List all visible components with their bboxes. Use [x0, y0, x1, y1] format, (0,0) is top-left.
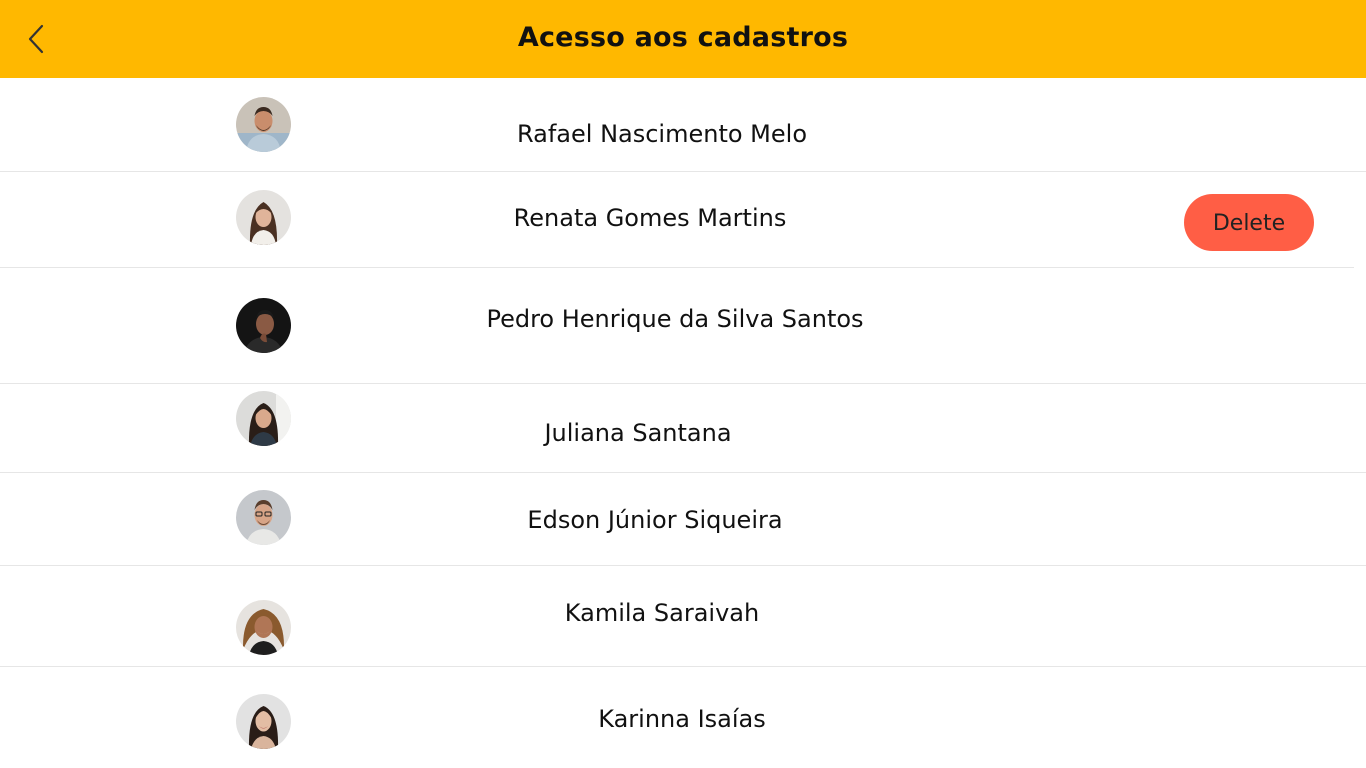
list-item[interactable]: Karinna Isaías — [0, 667, 1366, 768]
user-name: Renata Gomes Martins — [513, 204, 787, 232]
avatar — [236, 694, 291, 749]
user-name: Rafael Nascimento Melo — [516, 120, 808, 148]
page-title: Acesso aos cadastros — [517, 22, 849, 53]
list-item[interactable]: Pedro Henrique da Silva Santos — [0, 268, 1366, 384]
user-name: Edson Júnior Siqueira — [527, 506, 783, 534]
avatar — [236, 600, 291, 655]
list-item[interactable]: Renata Gomes Martins Delete — [0, 172, 1354, 268]
user-name: Pedro Henrique da Silva Santos — [486, 305, 864, 333]
avatar — [236, 190, 291, 245]
avatar — [236, 391, 291, 446]
avatar — [236, 298, 291, 353]
delete-button[interactable]: Delete — [1184, 194, 1314, 251]
list-item[interactable]: Juliana Santana — [0, 384, 1366, 473]
avatar — [236, 490, 291, 545]
app-header: Acesso aos cadastros — [0, 0, 1366, 78]
list-item[interactable]: Rafael Nascimento Melo — [0, 78, 1366, 172]
user-name: Karinna Isaías — [598, 705, 766, 733]
user-name: Juliana Santana — [544, 419, 732, 447]
user-name: Kamila Saraivah — [564, 599, 760, 627]
list-item[interactable]: Kamila Saraivah — [0, 566, 1366, 667]
list-item[interactable]: Edson Júnior Siqueira — [0, 473, 1366, 566]
avatar — [236, 97, 291, 152]
